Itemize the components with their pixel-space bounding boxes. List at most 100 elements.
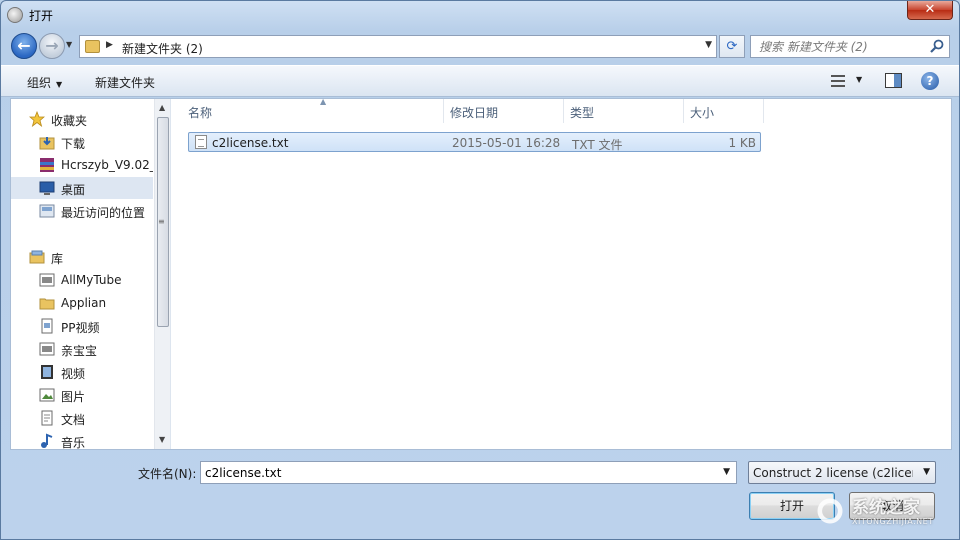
- sort-ascending-icon: ▲: [320, 97, 327, 106]
- breadcrumb-arrow-icon[interactable]: ▶: [106, 40, 113, 50]
- search-box[interactable]: [750, 35, 950, 58]
- column-header-type[interactable]: 类型: [564, 99, 684, 123]
- document-icon: [41, 410, 53, 426]
- text-file-icon: [195, 135, 207, 149]
- file-size: 1 KB: [728, 136, 756, 150]
- sidebar-item-applian[interactable]: Applian: [11, 292, 153, 314]
- document-icon: [41, 318, 53, 334]
- close-button[interactable]: ✕: [907, 1, 953, 20]
- forward-button[interactable]: →: [39, 33, 65, 59]
- navigation-scrollbar[interactable]: ▲ ≡ ▼: [154, 99, 170, 449]
- desktop-icon: [39, 181, 55, 195]
- filetype-select[interactable]: Construct 2 license (c2license.txt) ▼: [748, 461, 936, 484]
- download-folder-icon: [39, 137, 55, 150]
- sidebar-item-label: 下载: [61, 137, 86, 151]
- address-bar[interactable]: ▶ 新建文件夹 (2) ▼: [79, 35, 717, 58]
- sidebar-item-pictures[interactable]: 图片: [11, 384, 153, 406]
- column-header-label: 名称: [188, 106, 213, 120]
- help-icon[interactable]: ?: [921, 72, 939, 90]
- sidebar-item-label: 最近访问的位置: [61, 206, 146, 220]
- sidebar-item-documents[interactable]: 文档: [11, 407, 153, 429]
- sidebar-item-label: 桌面: [61, 183, 86, 197]
- filename-label: 文件名(N):: [138, 467, 197, 481]
- sidebar-item-recent[interactable]: 最近访问的位置: [11, 200, 153, 222]
- sidebar-item-downloads[interactable]: 下载: [11, 131, 153, 153]
- breadcrumb-current-folder[interactable]: 新建文件夹 (2): [122, 40, 203, 57]
- sidebar-item-label: Applian: [61, 296, 107, 310]
- column-header-modified[interactable]: 修改日期: [444, 99, 564, 123]
- star-icon: [29, 111, 45, 127]
- folder-icon: [85, 40, 100, 53]
- back-button[interactable]: ←: [11, 33, 37, 59]
- sidebar-item-libraries[interactable]: 库: [11, 246, 153, 268]
- sidebar-item-label: 收藏夹: [51, 114, 88, 128]
- sidebar-item-label: 视频: [61, 367, 86, 381]
- chevron-down-icon: ▼: [56, 80, 63, 89]
- file-name: c2license.txt: [212, 136, 289, 150]
- sidebar-item-label: AllMyTube: [61, 273, 122, 287]
- sidebar-item-favorites[interactable]: 收藏夹: [11, 108, 153, 130]
- app-icon: [7, 7, 23, 23]
- archive-icon: [40, 158, 54, 172]
- navigation-pane: 收藏夹 下载 Hcrszyb_V9.02_X 桌面 最近访问的位置 库: [11, 99, 171, 449]
- column-header-name[interactable]: 名称 ▲: [182, 97, 444, 123]
- preview-pane-icon[interactable]: [885, 73, 902, 88]
- sidebar-item-videos[interactable]: 视频: [11, 361, 153, 383]
- command-toolbar: 组织 ▼ 新建文件夹 ▼ ?: [1, 65, 959, 97]
- scroll-grip-icon: ≡: [158, 217, 165, 226]
- refresh-button[interactable]: ⟳: [719, 35, 745, 58]
- organize-menu-button[interactable]: 组织 ▼: [27, 74, 62, 91]
- recent-pages-dropdown-icon[interactable]: ▼: [66, 40, 76, 50]
- sidebar-item-allmytube[interactable]: AllMyTube: [11, 269, 153, 291]
- video-icon: [41, 365, 53, 379]
- sidebar-item-label: 音乐: [61, 436, 86, 449]
- window-title: 打开: [29, 9, 54, 23]
- column-header-size[interactable]: 大小: [684, 99, 764, 123]
- file-list-pane: 名称 ▲ 修改日期 类型 大小 c2license.txt 2015-05-01…: [172, 97, 951, 449]
- sidebar-item-hcrszyb[interactable]: Hcrszyb_V9.02_X: [11, 154, 153, 176]
- search-input[interactable]: [751, 36, 929, 57]
- filetype-value: Construct 2 license (c2license.txt): [753, 466, 913, 480]
- scroll-up-icon[interactable]: ▲: [159, 103, 165, 112]
- file-modified: 2015-05-01 16:28: [452, 136, 561, 150]
- navigation-row: ← → ▼ ▶ 新建文件夹 (2) ▼ ⟳: [1, 31, 959, 61]
- open-file-dialog: 打开 ✕ ← → ▼ ▶ 新建文件夹 (2) ▼ ⟳ 组织 ▼ 新建文件夹 ▼ ?: [0, 0, 960, 540]
- column-header-label: 大小: [690, 106, 715, 120]
- search-icon[interactable]: [929, 38, 945, 54]
- sidebar-item-label: 亲宝宝: [61, 344, 98, 358]
- column-header-label: 修改日期: [450, 106, 499, 120]
- filename-dropdown-icon[interactable]: ▼: [723, 467, 730, 477]
- sidebar-item-label: 图片: [61, 390, 86, 404]
- dialog-content: 收藏夹 下载 Hcrszyb_V9.02_X 桌面 最近访问的位置 库: [10, 97, 952, 450]
- filename-combobox[interactable]: ▼: [200, 461, 737, 484]
- sidebar-item-music[interactable]: 音乐: [11, 430, 153, 449]
- library-icon: [29, 250, 45, 264]
- file-row[interactable]: c2license.txt 2015-05-01 16:28 TXT 文件 1 …: [188, 132, 761, 152]
- address-dropdown-icon[interactable]: ▼: [705, 40, 712, 50]
- sidebar-item-qinbaobao[interactable]: 亲宝宝: [11, 338, 153, 360]
- sidebar-item-ppvideo[interactable]: PP视频: [11, 315, 153, 337]
- open-button[interactable]: 打开: [749, 492, 835, 520]
- filetype-dropdown-icon[interactable]: ▼: [923, 467, 930, 477]
- view-options-icon[interactable]: [831, 75, 845, 87]
- new-folder-button[interactable]: 新建文件夹: [95, 74, 155, 91]
- app-window-icon: [39, 342, 55, 356]
- organize-label: 组织: [27, 76, 52, 90]
- title-bar[interactable]: 打开 ✕: [1, 1, 959, 29]
- sidebar-item-label: Hcrszyb_V9.02_X: [61, 158, 153, 172]
- app-window-icon: [39, 273, 55, 287]
- picture-icon: [39, 388, 55, 402]
- sidebar-item-label: 文档: [61, 413, 86, 427]
- folder-icon: [39, 298, 55, 310]
- music-icon: [41, 433, 53, 448]
- scroll-down-icon[interactable]: ▼: [159, 435, 165, 444]
- filename-input[interactable]: [201, 462, 711, 483]
- recent-places-icon: [39, 204, 55, 218]
- file-type: TXT 文件: [572, 138, 623, 152]
- sidebar-item-label: PP视频: [61, 321, 100, 335]
- column-header-label: 类型: [570, 106, 595, 120]
- cancel-button[interactable]: 取消: [849, 492, 935, 520]
- view-dropdown-icon[interactable]: ▼: [856, 75, 862, 84]
- sidebar-item-desktop[interactable]: 桌面: [11, 177, 153, 199]
- sidebar-item-label: 库: [51, 252, 64, 266]
